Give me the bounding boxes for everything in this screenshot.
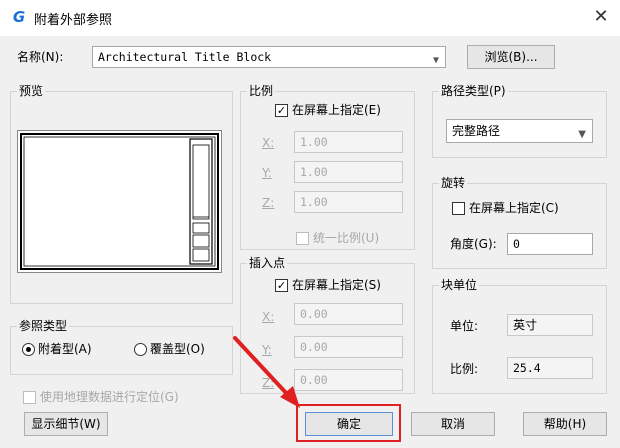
rotation-group [432, 183, 607, 269]
chevron-down-icon: ▼ [578, 129, 586, 140]
unit-label: 单位: [450, 319, 479, 333]
insertion-x-input[interactable]: 0.00 [294, 303, 403, 325]
scale-specify-label[interactable]: 在屏幕上指定(E) [292, 102, 381, 118]
insertion-specify-checkbox[interactable]: ✓ [275, 279, 288, 292]
help-button[interactable]: 帮助(H) [523, 412, 607, 436]
name-dropdown[interactable]: Architectural Title Block ▼ [92, 46, 446, 68]
insertion-z-input[interactable]: 0.00 [294, 369, 403, 391]
browse-button[interactable]: 浏览(B)... [467, 45, 555, 69]
window-title: 附着外部参照 [34, 13, 113, 28]
path-type-dropdown[interactable]: 完整路径 ▼ [446, 119, 593, 143]
overlay-radio[interactable] [134, 343, 147, 356]
angle-label: 角度(G): [450, 237, 497, 251]
attach-radio[interactable] [22, 343, 35, 356]
attach-label[interactable]: 附着型(A) [38, 341, 92, 357]
scale-z-label: Z: [262, 196, 275, 210]
name-value: Architectural Title Block [98, 50, 272, 64]
app-logo-icon: G [12, 8, 26, 26]
scale-y-input[interactable]: 1.00 [294, 161, 403, 183]
path-type-value: 完整路径 [452, 124, 501, 138]
block-unit-label: 块单位 [439, 278, 480, 292]
annotation-arrow-icon [233, 336, 300, 408]
scale-specify-checkbox[interactable]: ✓ [275, 104, 288, 117]
scale-x-label: X: [262, 136, 275, 150]
scale-y-label: Y: [262, 166, 272, 180]
insertion-x-label: X: [262, 310, 275, 324]
angle-input[interactable]: 0 [507, 233, 593, 255]
scale-label: 比例 [247, 84, 276, 98]
uniform-scale-checkbox[interactable] [296, 232, 309, 245]
preview-image [17, 130, 222, 273]
overlay-label[interactable]: 覆盖型(O) [150, 341, 205, 357]
chevron-down-icon: ▼ [432, 55, 439, 66]
geo-location-checkbox[interactable] [23, 391, 36, 404]
rotation-specify-checkbox[interactable] [452, 202, 465, 215]
insertion-y-input[interactable]: 0.00 [294, 336, 403, 358]
show-details-button[interactable]: 显示细节(W) [24, 412, 108, 436]
cancel-button[interactable]: 取消 [411, 412, 495, 436]
insertion-label: 插入点 [247, 256, 288, 270]
close-icon[interactable]: ✕ [588, 4, 614, 30]
rotation-specify-label[interactable]: 在屏幕上指定(C) [469, 200, 559, 216]
insertion-specify-label[interactable]: 在屏幕上指定(S) [292, 277, 381, 293]
preview-label: 预览 [17, 84, 46, 98]
geo-location-label[interactable]: 使用地理数据进行定位(G) [40, 389, 179, 405]
rotation-label: 旋转 [439, 176, 468, 190]
unit-value: 英寸 [507, 314, 593, 336]
scale-x-input[interactable]: 1.00 [294, 131, 403, 153]
annotation-highlight-box [296, 404, 401, 442]
name-label: 名称(N): [17, 50, 64, 64]
reference-type-label: 参照类型 [17, 319, 70, 333]
ratio-value: 25.4 [507, 357, 593, 379]
title-block-preview-drawing [20, 133, 219, 270]
ratio-label: 比例: [450, 362, 479, 376]
path-type-label: 路径类型(P) [439, 84, 508, 98]
uniform-scale-label[interactable]: 统一比例(U) [313, 230, 379, 246]
scale-z-input[interactable]: 1.00 [294, 191, 403, 213]
